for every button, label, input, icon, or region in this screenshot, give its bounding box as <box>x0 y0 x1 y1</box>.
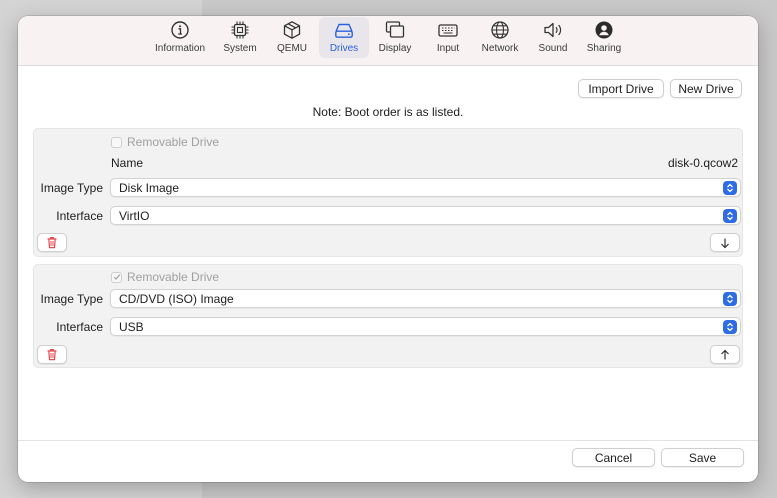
removable-drive-toggle[interactable]: Removable Drive <box>111 270 219 284</box>
save-button[interactable]: Save <box>661 448 744 467</box>
tab-qemu[interactable]: QEMU <box>272 17 312 58</box>
tab-input-label: Input <box>436 43 460 54</box>
interface-label: Interface <box>56 209 103 223</box>
name-value: disk-0.qcow2 <box>667 156 738 170</box>
select-stepper-icon <box>723 209 737 223</box>
settings-window: Information System QEMU Drives Display I… <box>18 16 758 482</box>
trash-icon <box>47 237 57 249</box>
delete-drive-button[interactable] <box>37 345 67 364</box>
tab-display[interactable]: Display <box>373 17 417 58</box>
drive-panel: Removable Drive Name disk-0.qcow2 Image … <box>33 128 743 257</box>
interface-value: VirtIO <box>119 209 150 223</box>
removable-drive-checkbox[interactable] <box>111 136 122 148</box>
tab-system-label: System <box>223 43 257 54</box>
delete-drive-button[interactable] <box>37 233 67 252</box>
tab-display-label: Display <box>378 43 412 54</box>
footer-divider <box>18 440 758 441</box>
new-drive-button[interactable]: New Drive <box>670 79 742 98</box>
tab-information-label: Information <box>154 43 206 54</box>
speaker-icon <box>544 22 562 38</box>
trash-icon <box>47 349 57 361</box>
image-type-select[interactable]: Disk Image <box>110 178 741 197</box>
cancel-button[interactable]: Cancel <box>572 448 655 467</box>
select-stepper-icon <box>723 181 737 195</box>
display-icon <box>385 21 405 38</box>
arrow-down-icon <box>721 238 729 248</box>
interface-label: Interface <box>56 320 103 334</box>
toolbar: Information System QEMU Drives Display I… <box>18 16 758 66</box>
checkmark-icon <box>113 274 120 280</box>
removable-drive-label: Removable Drive <box>127 135 220 149</box>
interface-select[interactable]: USB <box>110 317 741 336</box>
cpu-icon <box>231 21 249 39</box>
globe-icon <box>491 21 509 39</box>
arrow-up-icon <box>721 349 729 359</box>
removable-drive-checkbox[interactable] <box>111 271 122 283</box>
removable-drive-toggle[interactable]: Removable Drive <box>111 135 219 149</box>
interface-value: USB <box>119 320 144 334</box>
move-up-button[interactable] <box>710 345 740 364</box>
person-icon <box>595 21 613 39</box>
image-type-value: CD/DVD (ISO) Image <box>119 292 234 306</box>
move-down-button[interactable] <box>710 233 740 252</box>
tab-sharing-label: Sharing <box>586 43 622 54</box>
tab-information[interactable]: Information <box>150 17 210 58</box>
image-type-select[interactable]: CD/DVD (ISO) Image <box>110 289 741 308</box>
import-drive-button[interactable]: Import Drive <box>578 79 664 98</box>
keyboard-icon <box>438 24 458 37</box>
tab-sound-label: Sound <box>538 43 568 54</box>
name-label: Name <box>111 156 144 170</box>
select-stepper-icon <box>723 320 737 334</box>
drive-panel: Removable Drive Image Type CD/DVD (ISO) … <box>33 264 743 368</box>
select-stepper-icon <box>723 292 737 306</box>
removable-drive-label: Removable Drive <box>127 270 220 284</box>
interface-select[interactable]: VirtIO <box>110 206 741 225</box>
info-icon <box>171 21 189 39</box>
drive-icon <box>335 23 353 38</box>
tab-network-label: Network <box>481 43 519 54</box>
tab-input[interactable]: Input <box>430 17 466 58</box>
tab-drives[interactable]: Drives <box>319 17 369 58</box>
tab-sharing[interactable]: Sharing <box>582 17 626 58</box>
tab-system[interactable]: System <box>217 17 263 58</box>
tab-qemu-label: QEMU <box>277 43 307 54</box>
cube-icon <box>283 21 301 39</box>
image-type-label: Image Type <box>40 181 103 195</box>
boot-order-note: Note: Boot order is as listed. <box>312 105 464 119</box>
tab-network[interactable]: Network <box>476 17 524 58</box>
image-type-label: Image Type <box>40 292 103 306</box>
tab-drives-label: Drives <box>329 43 359 54</box>
image-type-value: Disk Image <box>119 181 180 195</box>
tab-sound[interactable]: Sound <box>533 17 573 58</box>
